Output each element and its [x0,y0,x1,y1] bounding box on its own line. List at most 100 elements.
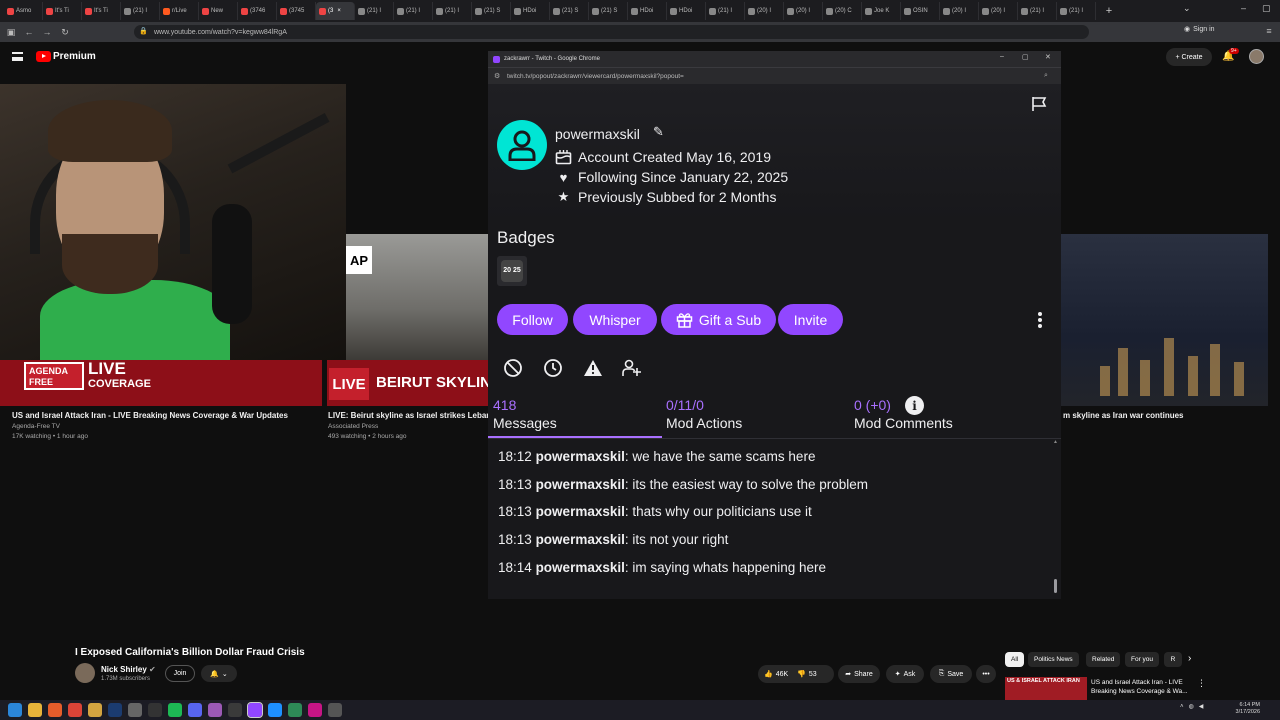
ban-icon[interactable] [502,357,524,379]
invite-button[interactable]: Invite [778,304,843,335]
browser-tab[interactable]: (20) C [823,2,862,20]
add-moderator-icon[interactable] [621,357,643,379]
user-avatar[interactable] [1249,49,1264,64]
app-icon[interactable] [288,703,302,717]
popup-minimize-icon[interactable]: – [1000,53,1004,60]
video-title[interactable]: m skyline as Iran war continues [1063,411,1184,420]
zoom-icon[interactable]: ⌕ [1044,72,1048,80]
app-icon[interactable] [328,703,342,717]
gift-a-sub-button[interactable]: Gift a Sub [661,304,776,335]
chip-politics-news[interactable]: Politics News [1028,652,1079,667]
scrollbar-thumb[interactable] [1054,579,1057,593]
browser-tab[interactable]: (21) S [589,2,628,20]
popup-maximize-icon[interactable]: ▢ [1022,53,1029,61]
save-button[interactable]: ⎘ Save [930,665,972,683]
chat-message[interactable]: 18:13 powermaxskil: its not your right [498,532,728,547]
browser-tab[interactable]: HDoi [667,2,706,20]
join-button[interactable]: Join [165,665,195,682]
reload-icon[interactable]: ↻ [56,27,74,38]
badge-2025[interactable]: 20 25 [497,256,527,286]
like-icon[interactable]: 👍 [764,670,773,678]
chip-more[interactable]: R [1164,652,1182,667]
video-thumbnail-beirut-banner[interactable]: LIVE BEIRUT SKYLIN [327,360,492,406]
chip-for-you[interactable]: For you [1125,652,1160,667]
chat-message[interactable]: 18:14 powermaxskil: im saying whats happ… [498,560,826,575]
subscribe-bell-button[interactable]: 🔔 ⌄ [201,665,237,682]
browser-tab[interactable]: (21) I [355,2,394,20]
tab-close-icon[interactable]: × [337,8,341,14]
video-thumbnail-beirut[interactable]: AP [346,234,492,360]
chat-message[interactable]: 18:12 powermaxskil: we have the same sca… [498,449,815,464]
hamburger-menu-icon[interactable] [12,52,23,61]
follow-button[interactable]: Follow [497,304,568,335]
tray-chevron-icon[interactable]: ˄ [1180,704,1184,710]
browser-tab[interactable]: (21) I [121,2,160,20]
app-icon[interactable] [208,703,222,717]
browser-tab[interactable]: It's Ti [43,2,82,20]
chip-related[interactable]: Related [1086,652,1121,667]
video-thumbnail-skyline[interactable] [1060,234,1268,406]
dislike-icon[interactable]: 👎 [797,670,806,678]
chat-scrollbar[interactable]: ▲ [1053,439,1059,599]
discord-icon[interactable] [188,703,202,717]
chat-message[interactable]: 18:13 powermaxskil: thats why our politi… [498,504,812,519]
youtube-logo-icon[interactable] [36,51,51,62]
user-avatar[interactable] [497,120,547,170]
chevron-right-icon[interactable]: › [1188,653,1191,664]
minimize-icon[interactable]: – [1241,3,1246,13]
chrome-icon[interactable] [68,703,82,717]
stat-mod-actions[interactable]: 0/11/0 Mod Actions [666,397,742,431]
maximize-icon[interactable]: ▢ [1262,3,1271,14]
browser-tab[interactable]: (21) I [394,2,433,20]
app-icon[interactable] [268,703,282,717]
tab-search-icon[interactable]: ⌄ [1183,3,1191,14]
spotify-icon[interactable] [168,703,182,717]
app-icon[interactable] [128,703,142,717]
browser-tab[interactable]: Asmo [4,2,43,20]
browser-tab[interactable]: (3 × [316,2,355,20]
info-icon[interactable]: i [905,396,924,415]
app-icon[interactable] [228,703,242,717]
browser-tab[interactable]: (21) I [1018,2,1057,20]
browser-tab[interactable]: HDoi [511,2,550,20]
notepad-icon[interactable] [88,703,102,717]
forward-icon[interactable]: → [38,27,56,37]
firefox-icon[interactable] [48,703,62,717]
browser-tab[interactable]: New [199,2,238,20]
browser-tab[interactable]: (3745 [277,2,316,20]
menu-icon[interactable]: ≡ [1260,26,1278,36]
stat-messages[interactable]: 418 Messages [493,397,557,431]
warning-icon[interactable] [582,357,604,379]
browser-tab[interactable]: (21) I [1057,2,1096,20]
timeout-clock-icon[interactable] [542,357,564,379]
browser-tab[interactable]: (21) I [433,2,472,20]
site-info-icon[interactable]: ⚙ [494,72,500,80]
browser-tab[interactable]: OSIN [901,2,940,20]
sign-in-button[interactable]: ◉ Sign in [1184,25,1215,34]
channel-name[interactable]: Nick Shirley ✔ [101,665,156,674]
new-tab-icon[interactable]: + [1102,5,1116,17]
address-bar[interactable]: 🔒 www.youtube.com/watch?v=kegww84lRgA [134,25,1089,39]
browser-tab[interactable]: (21) S [550,2,589,20]
side-video-thumbnail[interactable]: US & ISRAEL ATTACK IRAN [1005,677,1087,700]
browser-tab[interactable]: (21) S [472,2,511,20]
video-channel[interactable]: Associated Press [328,423,378,430]
browser-tab[interactable]: (20) I [979,2,1018,20]
ask-button[interactable]: ✦ Ask [886,665,924,683]
network-icon[interactable]: ◍ [1189,703,1194,710]
video-thumbnail-agenda-free[interactable]: AGENDA FREE LIVE COVERAGE [0,360,322,406]
steam-icon[interactable] [108,703,122,717]
browser-tab[interactable]: (20) I [745,2,784,20]
obs-icon[interactable] [148,703,162,717]
volume-icon[interactable]: ◀ [1199,703,1204,710]
file-explorer-icon[interactable] [28,703,42,717]
more-options-icon[interactable] [1033,310,1047,330]
sidebar-toggle-icon[interactable]: ▣ [2,27,20,38]
taskbar-clock[interactable]: 6:14 PM 3/17/2026 [1232,702,1260,716]
twitch-app-icon[interactable] [247,702,263,718]
report-flag-icon[interactable] [1031,96,1047,112]
share-button[interactable]: ➦ Share [838,665,880,683]
like-count[interactable]: 46K [776,671,788,678]
video-title[interactable]: LIVE: Beirut skyline as Israel strikes L… [328,411,488,420]
browser-tab[interactable]: It's Ti [82,2,121,20]
